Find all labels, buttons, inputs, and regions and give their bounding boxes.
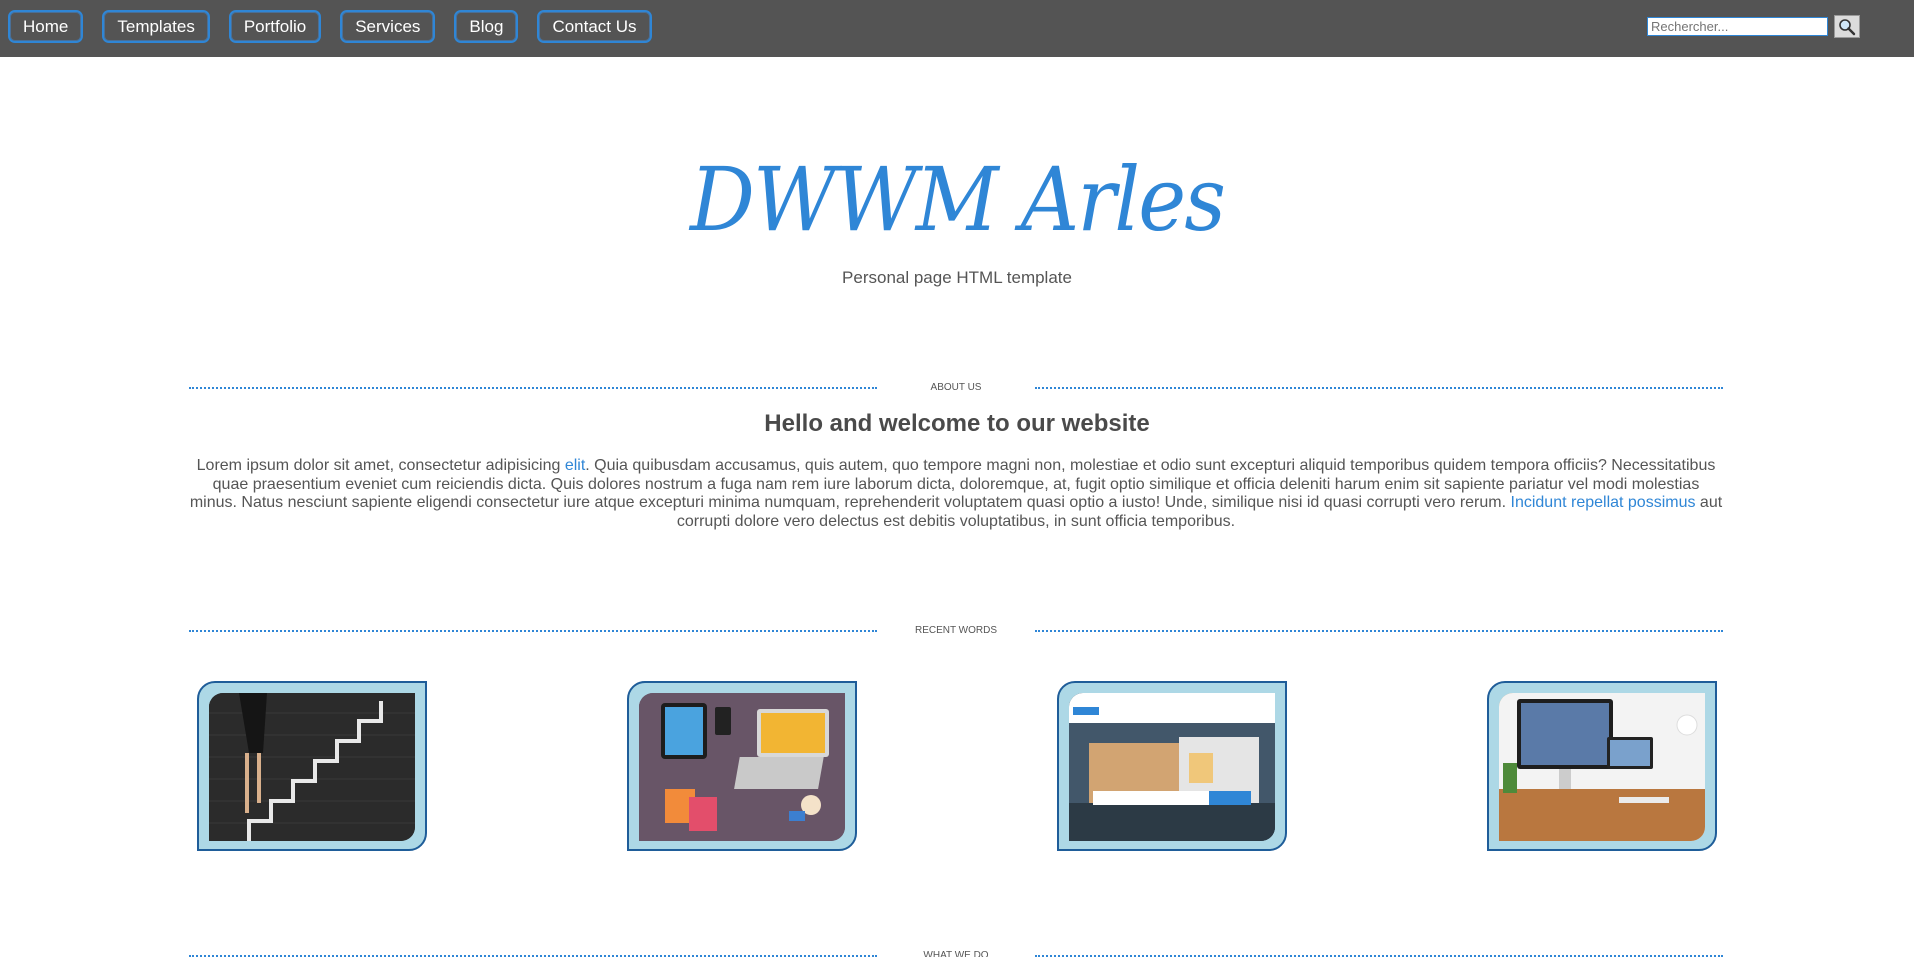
- nav-templates-button[interactable]: Templates: [102, 10, 210, 43]
- recent-section-label: RECENT WORDS: [914, 625, 998, 636]
- whatwedo-section-label: WHAT WE DO: [923, 950, 989, 957]
- work-card[interactable]: [627, 681, 857, 851]
- search-icon: [1839, 18, 1856, 35]
- search-button[interactable]: [1834, 15, 1860, 38]
- recent-divider: RECENT WORDS: [189, 624, 1723, 638]
- nav-services-button[interactable]: Services: [340, 10, 436, 43]
- stairs-photo: [209, 693, 415, 841]
- real-estate-site-photo: [1069, 693, 1275, 841]
- divider-line-right: [1035, 387, 1723, 389]
- about-divider: ABOUT US: [189, 381, 1723, 395]
- site-subtitle: Personal page HTML template: [842, 268, 1072, 287]
- nav-blog-button[interactable]: Blog: [454, 10, 519, 43]
- nav-portfolio-button[interactable]: Portfolio: [228, 10, 322, 43]
- nav-contact-button[interactable]: Contact Us: [537, 10, 652, 43]
- nav-home-button[interactable]: Home: [8, 10, 84, 43]
- divider-line-right: [1035, 630, 1723, 632]
- whatwedo-divider: WHAT WE DO: [189, 949, 1723, 957]
- site-title: DWWM Arles: [689, 148, 1226, 251]
- welcome-heading: Hello and welcome to our website: [764, 410, 1150, 437]
- about-link-elit[interactable]: elit: [565, 457, 585, 474]
- recent-works-gallery: [197, 681, 1717, 851]
- about-section-label: ABOUT US: [930, 382, 982, 393]
- about-text-part-1: Lorem ipsum dolor sit amet, consectetur …: [196, 457, 565, 474]
- work-card[interactable]: [1057, 681, 1287, 851]
- office-workspace-photo: [1499, 693, 1705, 841]
- work-card[interactable]: [1487, 681, 1717, 851]
- divider-line-left: [189, 387, 877, 389]
- about-text: Lorem ipsum dolor sit amet, consectetur …: [189, 457, 1723, 531]
- devices-on-desk-photo: [639, 693, 845, 841]
- divider-line-left: [189, 630, 877, 632]
- search-input[interactable]: [1647, 17, 1828, 36]
- work-card[interactable]: [197, 681, 427, 851]
- about-link-incidunt[interactable]: Incidunt repellat possimus: [1511, 494, 1696, 511]
- top-navigation-bar: Home Templates Portfolio Services Blog C…: [0, 0, 1914, 57]
- main-nav: Home Templates Portfolio Services Blog C…: [8, 10, 652, 43]
